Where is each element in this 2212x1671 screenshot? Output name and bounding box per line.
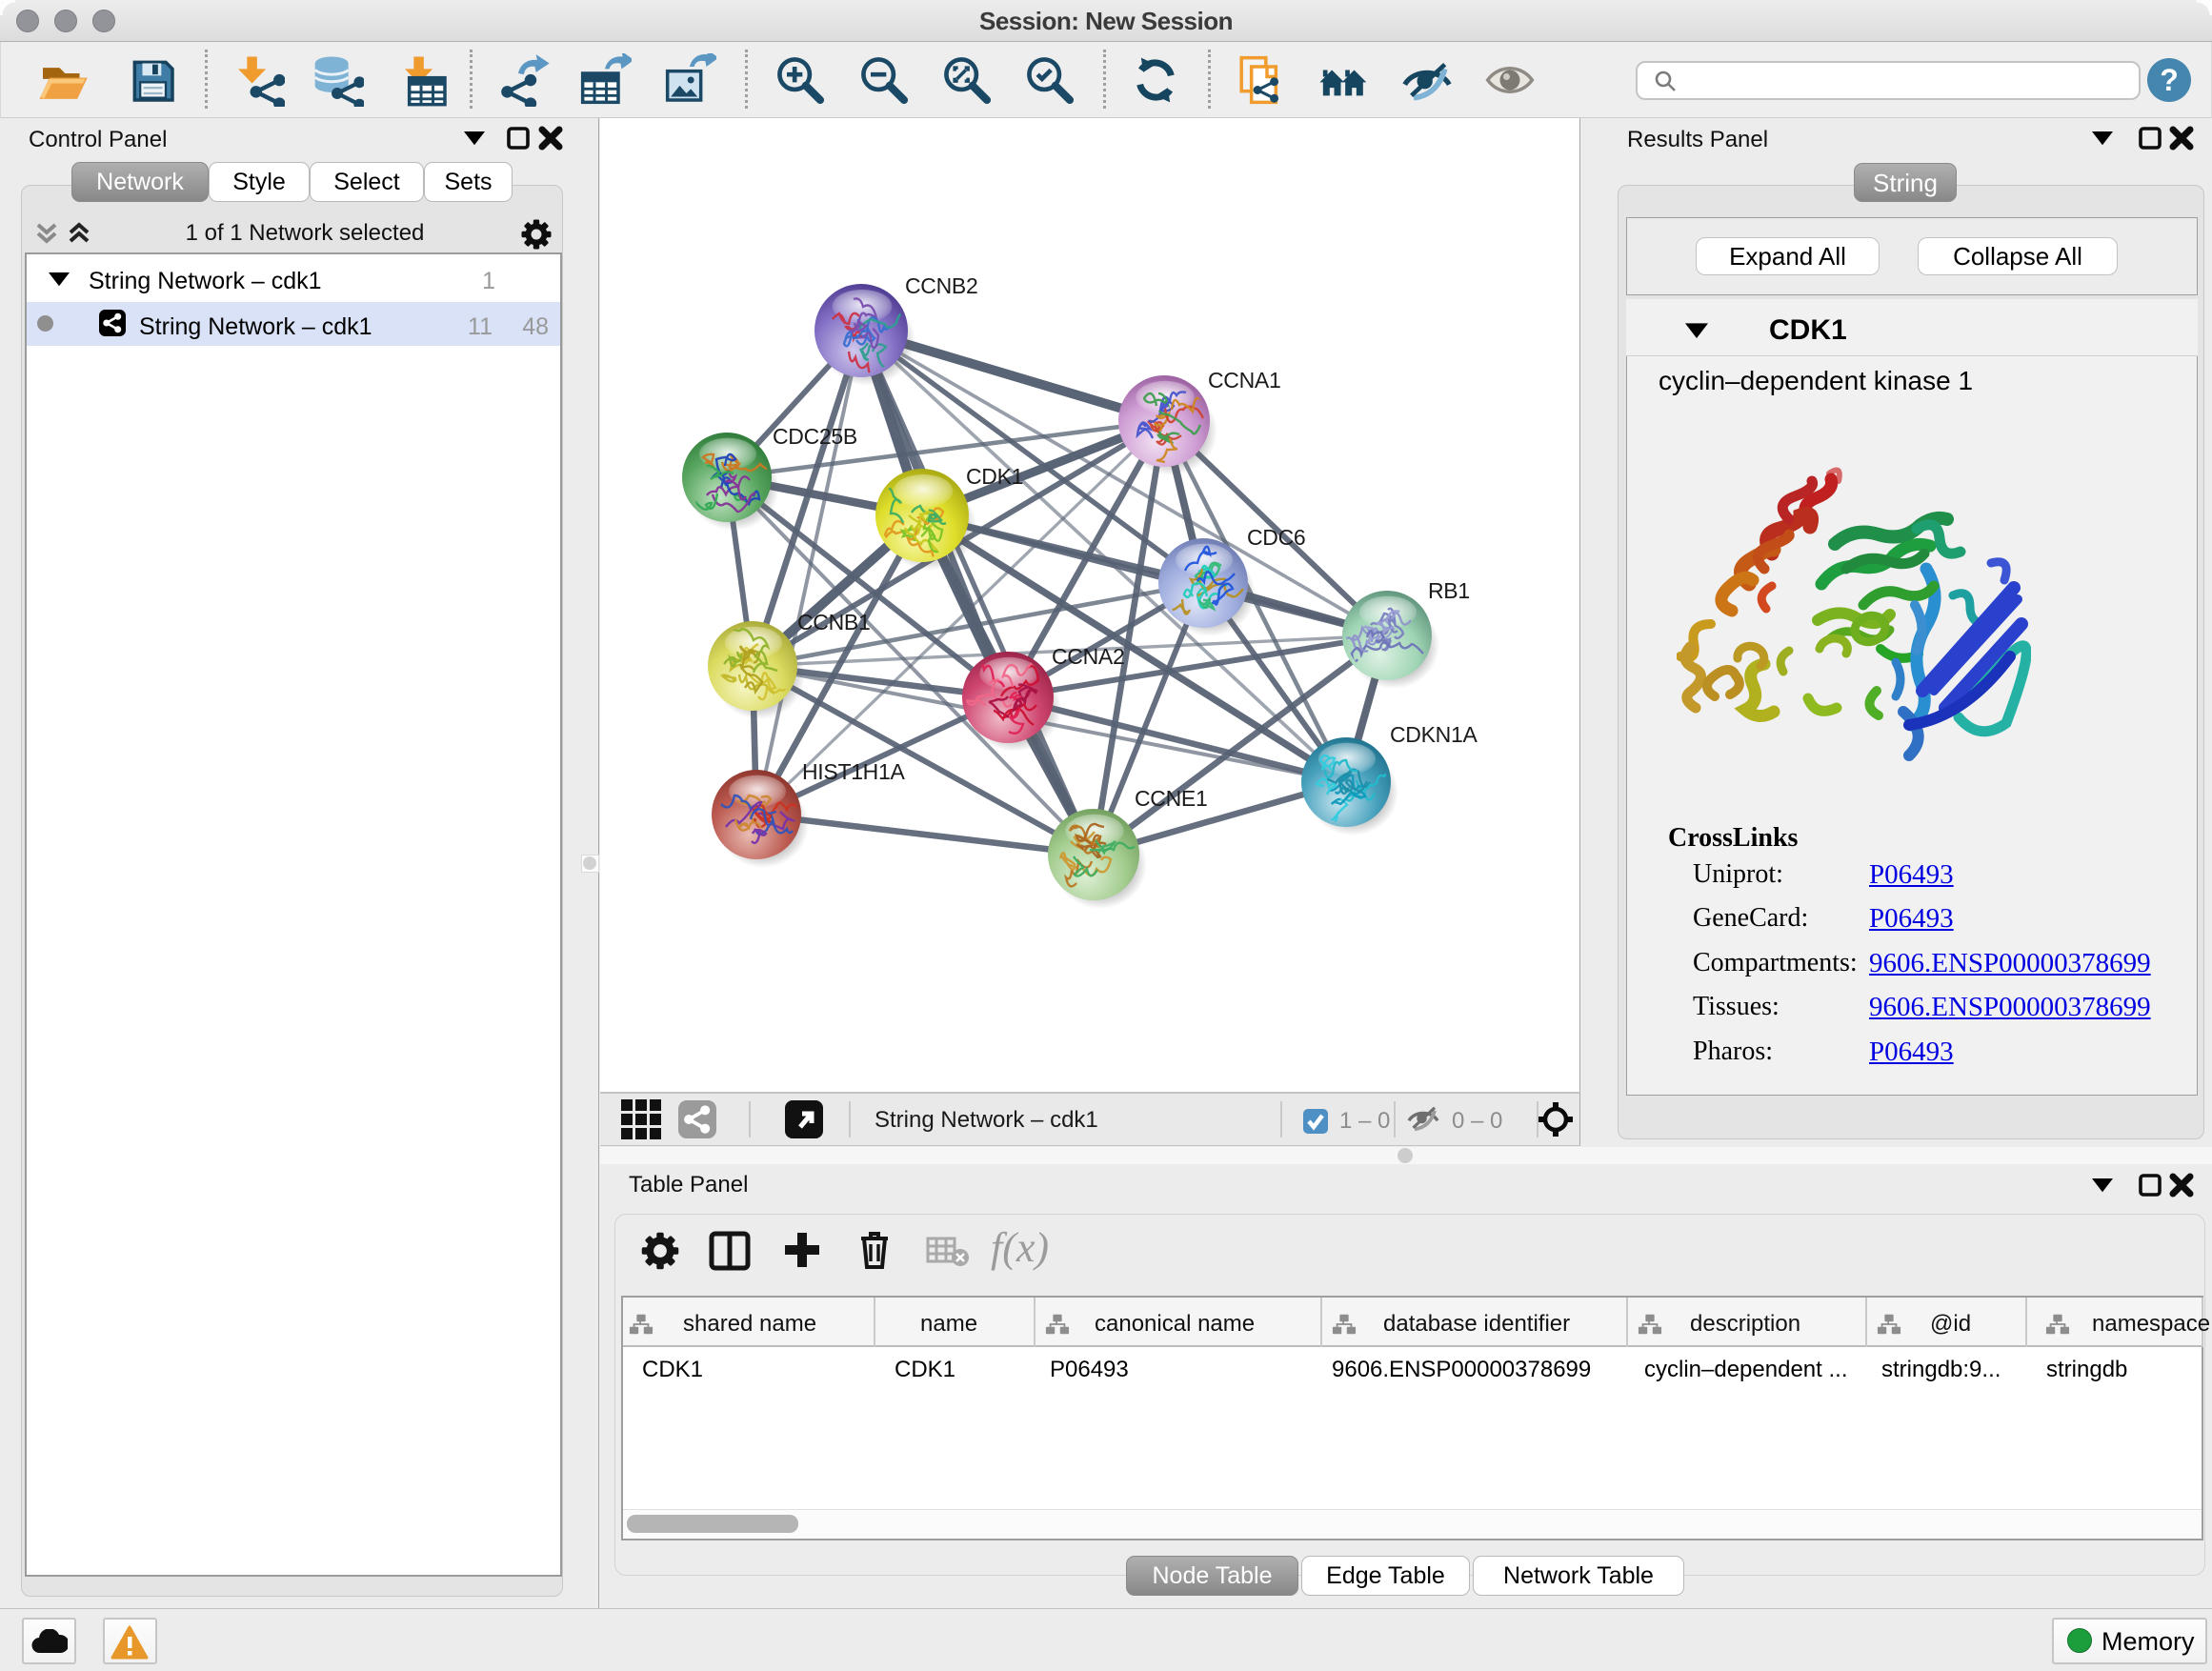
svg-text:CDK1: CDK1 (966, 464, 1023, 489)
svg-text:CCNA2: CCNA2 (1052, 644, 1124, 669)
svg-text:CDKN1A: CDKN1A (1390, 722, 1478, 747)
svg-text:CDC6: CDC6 (1247, 525, 1305, 550)
svg-text:HIST1H1A: HIST1H1A (802, 759, 905, 784)
svg-text:CCNB1: CCNB1 (797, 610, 870, 634)
svg-text:RB1: RB1 (1428, 578, 1470, 603)
svg-text:CCNA1: CCNA1 (1208, 368, 1280, 393)
svg-text:CCNE1: CCNE1 (1135, 786, 1207, 811)
svg-text:CDC25B: CDC25B (773, 424, 857, 449)
svg-text:CCNB2: CCNB2 (905, 273, 977, 298)
